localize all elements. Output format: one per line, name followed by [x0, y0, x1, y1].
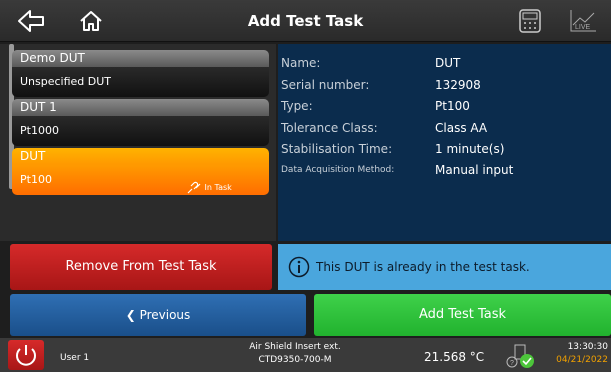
live-chart-icon[interactable]: LIVE [568, 7, 598, 35]
detail-value: DUT [435, 56, 461, 70]
chain-link-icon [187, 181, 201, 193]
info-icon [288, 256, 310, 278]
device-name: Air Shield Insert ext. CTD9350-700-M [220, 341, 370, 367]
detail-row-tolerance: Tolerance Class: Class AA [281, 118, 611, 138]
clock-time: 13:30:30 [567, 342, 608, 352]
dut-list-item-demo-dut[interactable]: Demo DUT Unspecified DUT [12, 50, 269, 97]
header-bar: Add Test Task LIVE [0, 0, 611, 42]
info-message-box: This DUT is already in the test task. [278, 244, 611, 290]
temperature-readout: 21.568 °C [424, 350, 485, 364]
dut-name: DUT [12, 148, 269, 165]
dut-type: Pt1000 [12, 116, 269, 146]
user-label: User 1 [60, 353, 90, 363]
previous-button[interactable]: ❮ Previous [10, 294, 306, 336]
detail-label: Type: [281, 99, 313, 113]
detail-value: 132908 [435, 78, 481, 92]
detail-label: Name: [281, 56, 321, 70]
in-task-label: In Task [204, 183, 232, 192]
dut-type: Unspecified DUT [12, 67, 269, 97]
dut-type-row: Pt100 In Task [12, 165, 269, 195]
power-button[interactable] [8, 340, 44, 370]
remove-from-test-task-button[interactable]: Remove From Test Task [10, 244, 272, 290]
status-bar: User 1 Air Shield Insert ext. CTD9350-70… [0, 338, 611, 372]
detail-value: Pt100 [435, 99, 470, 113]
clock-date: 04/21/2022 [556, 355, 608, 365]
detail-value: Manual input [435, 163, 514, 177]
dut-name: DUT 1 [12, 99, 269, 116]
detail-label: Tolerance Class: [281, 121, 378, 135]
device-status-icon[interactable]: ? [506, 342, 536, 370]
detail-row-stabilisation: Stabilisation Time: 1 minute(s) [281, 139, 611, 159]
detail-label: Stabilisation Time: [281, 142, 393, 156]
dut-details-panel: Name: DUT Serial number: 132908 Type: Pt… [278, 44, 611, 241]
live-label: LIVE [575, 24, 591, 31]
add-test-task-button[interactable]: Add Test Task [314, 294, 611, 336]
info-message: This DUT is already in the test task. [316, 260, 530, 274]
in-task-badge: In Task [186, 173, 232, 195]
dut-list-item-dut-1[interactable]: DUT 1 Pt1000 [12, 99, 269, 146]
detail-row-acquisition: Data Acquisition Method: Manual input [281, 160, 611, 180]
dut-list-item-dut[interactable]: DUT Pt100 In Task [12, 148, 269, 195]
clock: 13:30:30 04/21/2022 [556, 341, 608, 367]
power-icon [16, 345, 36, 366]
svg-text:?: ? [510, 360, 514, 367]
dut-name: Demo DUT [12, 50, 269, 67]
detail-label: Data Acquisition Method: [281, 165, 395, 175]
dut-list: Demo DUT Unspecified DUT DUT 1 Pt1000 DU… [0, 44, 276, 241]
detail-label: Serial number: [281, 78, 370, 92]
device-line-2: CTD9350-700-M [258, 355, 332, 365]
detail-row-name: Name: DUT [281, 53, 611, 73]
detail-value: 1 minute(s) [435, 142, 505, 156]
calculator-icon[interactable] [515, 7, 545, 35]
dut-type: Pt100 [20, 173, 52, 186]
detail-row-serial: Serial number: 132908 [281, 75, 611, 95]
detail-row-type: Type: Pt100 [281, 96, 611, 116]
detail-value: Class AA [435, 121, 488, 135]
device-line-1: Air Shield Insert ext. [249, 342, 341, 352]
